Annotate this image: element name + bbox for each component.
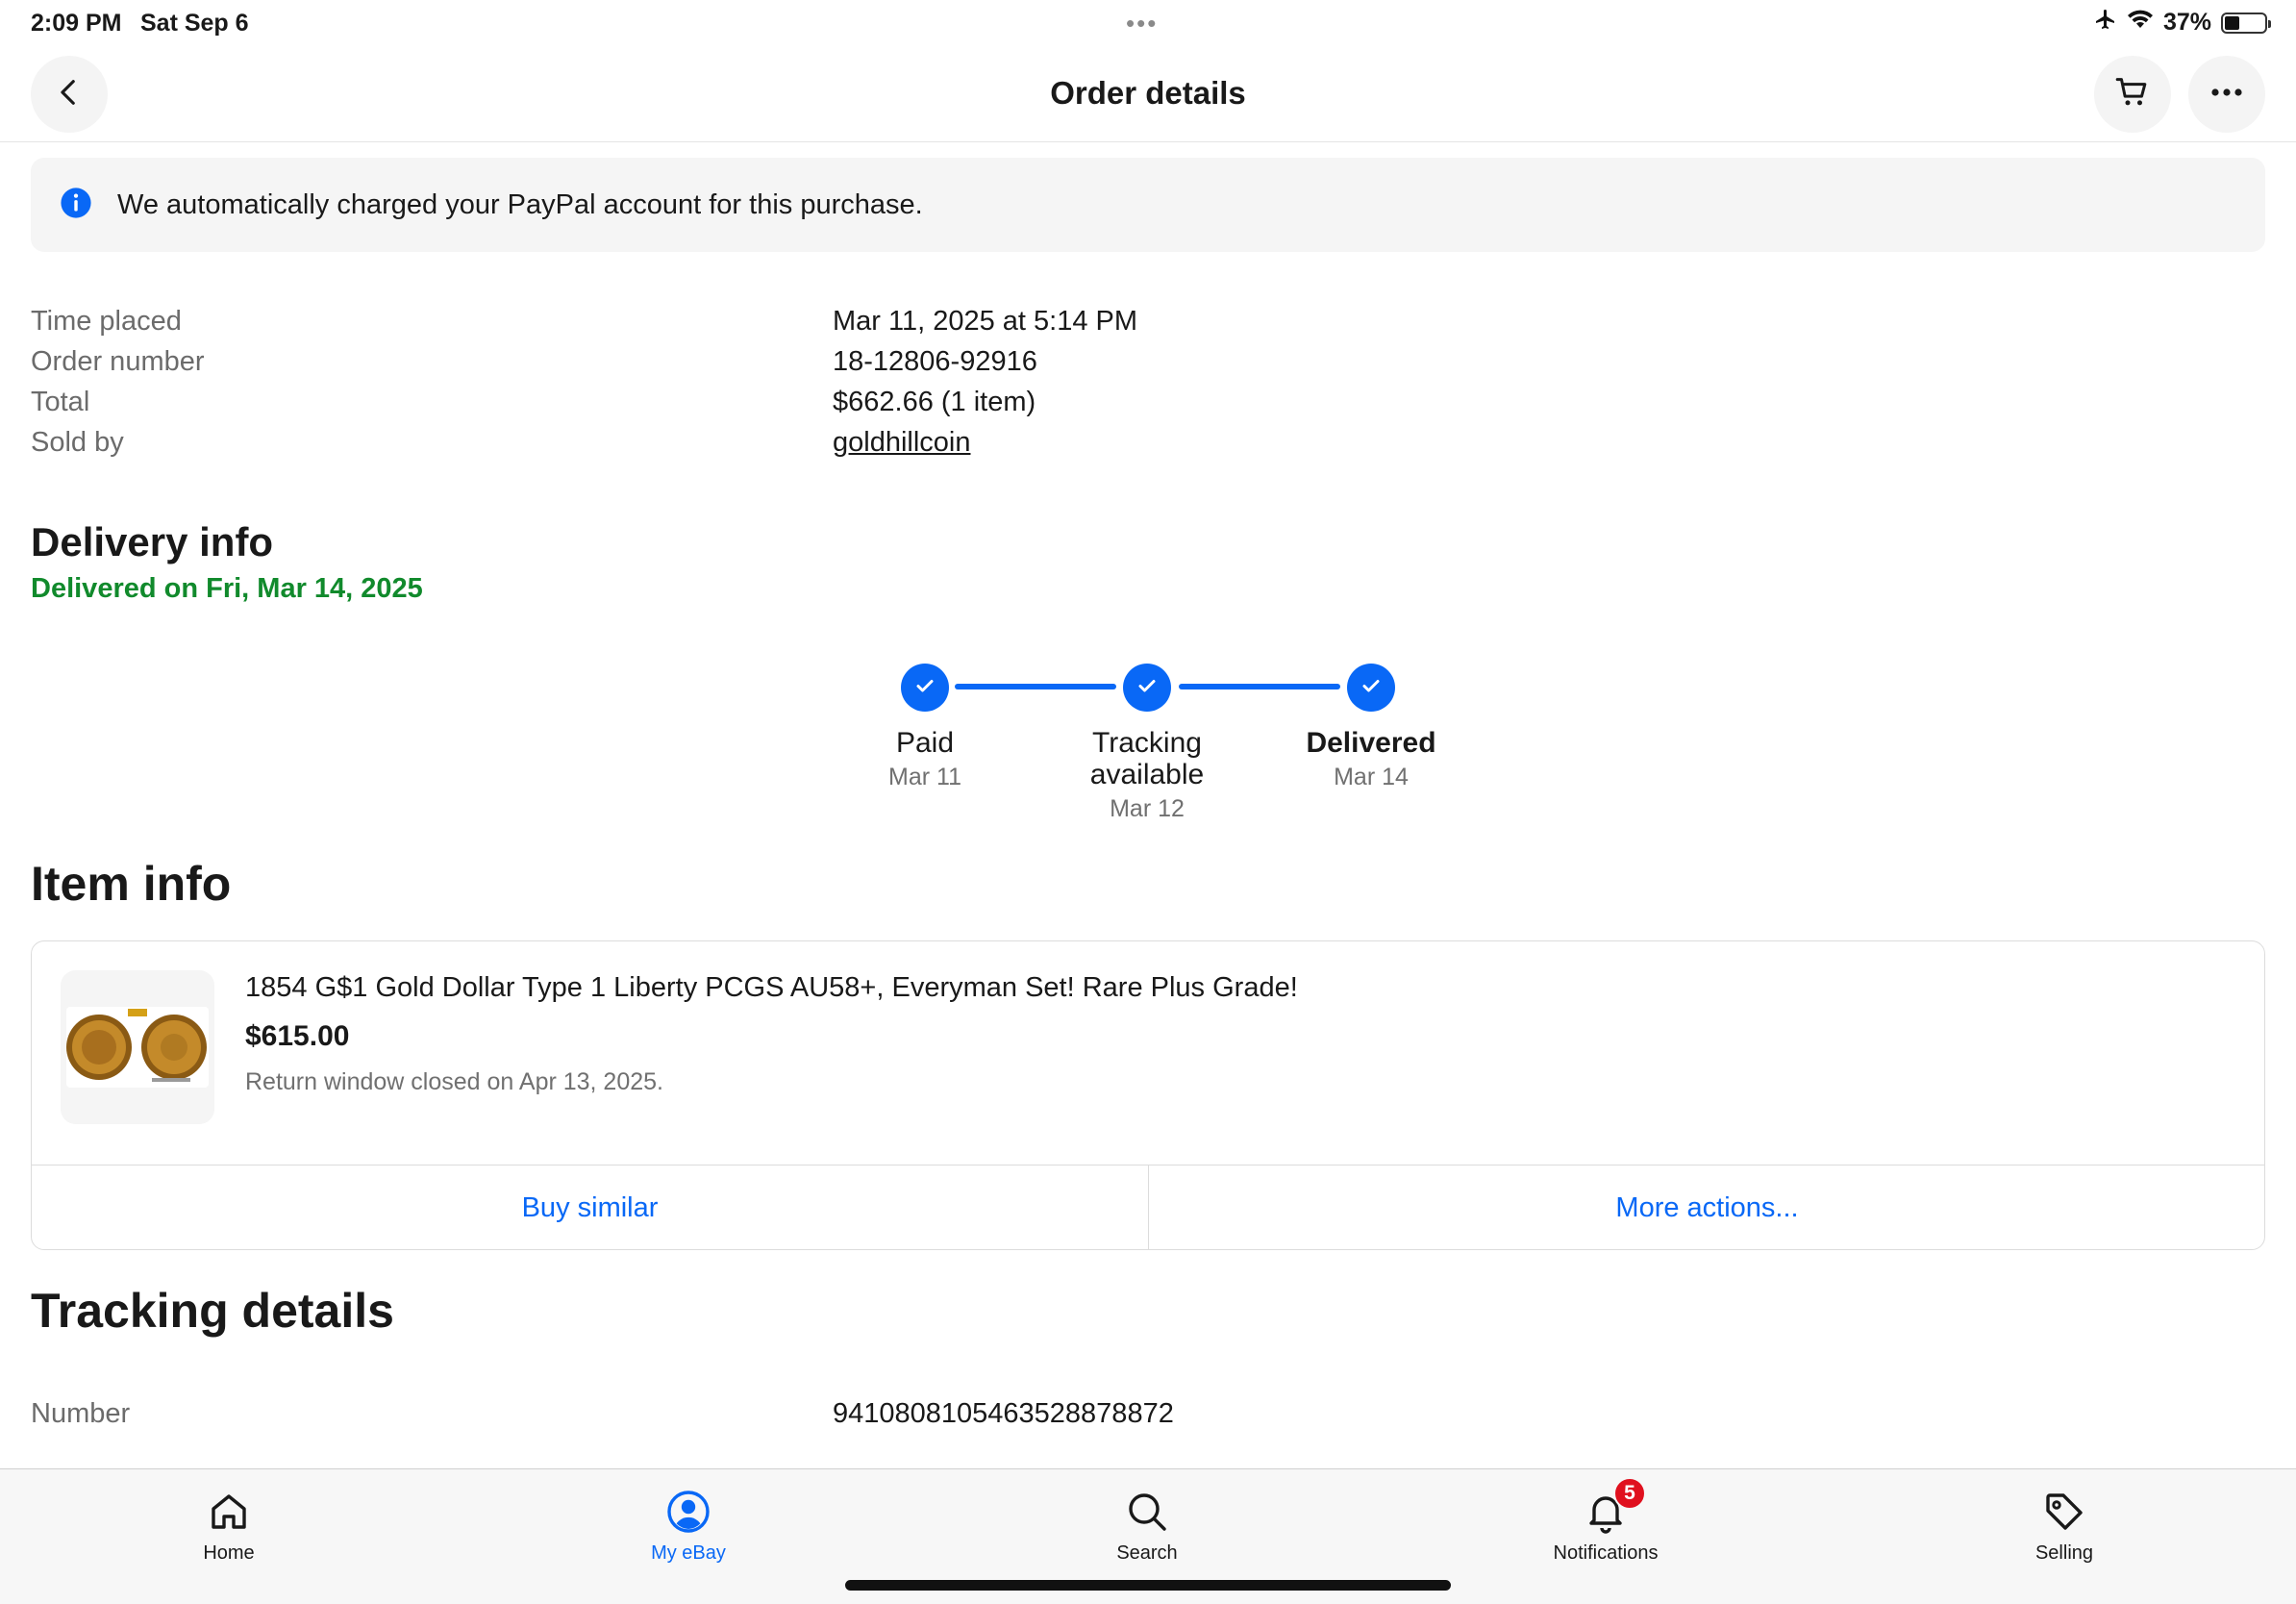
delivery-info-title: Delivery info bbox=[31, 519, 274, 564]
tracking-details-title: Tracking details bbox=[31, 1284, 394, 1338]
tab-my-ebay-label: My eBay bbox=[651, 1542, 726, 1564]
tab-notifications-label: Notifications bbox=[1553, 1542, 1659, 1564]
tab-home-label: Home bbox=[203, 1542, 255, 1564]
step-tracking-check bbox=[1123, 664, 1171, 712]
user-circle-icon bbox=[663, 1487, 713, 1537]
step-paid-label: Paid bbox=[895, 727, 955, 759]
time-placed-label: Time placed bbox=[31, 306, 182, 337]
home-indicator[interactable] bbox=[845, 1580, 1451, 1591]
progress-line-1 bbox=[955, 684, 1116, 689]
time-placed-value: Mar 11, 2025 at 5:14 PM bbox=[833, 306, 1138, 337]
item-info-title: Item info bbox=[31, 857, 232, 911]
item-title[interactable]: 1854 G$1 Gold Dollar Type 1 Liberty PCGS… bbox=[245, 972, 1298, 1004]
step-delivered-check bbox=[1347, 664, 1395, 712]
tab-home[interactable]: Home bbox=[113, 1469, 344, 1585]
step-tracking-label-line2: available bbox=[1089, 759, 1205, 790]
multitasking-dots-icon[interactable]: ••• bbox=[1126, 11, 1158, 36]
total-value: $662.66 (1 item) bbox=[833, 387, 1036, 417]
tab-search-label: Search bbox=[1116, 1542, 1178, 1564]
check-icon bbox=[1360, 674, 1383, 702]
more-options-button[interactable] bbox=[2188, 56, 2265, 133]
check-icon bbox=[913, 674, 936, 702]
return-window-note: Return window closed on Apr 13, 2025. bbox=[245, 1068, 663, 1095]
more-horizontal-icon bbox=[2209, 86, 2244, 103]
step-tracking-label-line1: Tracking bbox=[1092, 727, 1202, 759]
buy-similar-button[interactable]: Buy similar bbox=[32, 1165, 1148, 1251]
more-actions-button[interactable]: More actions... bbox=[1149, 1165, 2265, 1251]
status-date: Sat Sep 6 bbox=[140, 10, 249, 37]
header: Order details bbox=[0, 46, 2296, 142]
step-delivered-label: Delivered bbox=[1306, 727, 1436, 759]
battery-icon bbox=[2221, 12, 2271, 34]
status-indicators: 37% bbox=[2094, 8, 2271, 38]
tag-icon bbox=[2039, 1487, 2089, 1537]
delivery-status: Delivered on Fri, Mar 14, 2025 bbox=[31, 573, 423, 604]
tab-my-ebay[interactable]: My eBay bbox=[573, 1469, 804, 1585]
order-number-value: 18-12806-92916 bbox=[833, 346, 1037, 377]
tab-search[interactable]: Search bbox=[1032, 1469, 1262, 1585]
step-paid-check bbox=[901, 664, 949, 712]
order-number-label: Order number bbox=[31, 346, 205, 377]
item-thumbnail[interactable] bbox=[61, 970, 214, 1124]
airplane-icon bbox=[2094, 8, 2117, 38]
search-icon bbox=[1122, 1487, 1172, 1537]
step-delivered-date: Mar 14 bbox=[1334, 764, 1409, 790]
tab-notifications[interactable]: 5 Notifications bbox=[1490, 1469, 1721, 1585]
status-time: 2:09 PM bbox=[31, 10, 122, 37]
item-card: 1854 G$1 Gold Dollar Type 1 Liberty PCGS… bbox=[31, 940, 2265, 1250]
sold-by-label: Sold by bbox=[31, 427, 124, 458]
bell-icon: 5 bbox=[1581, 1477, 1646, 1537]
info-icon bbox=[60, 187, 92, 224]
home-icon bbox=[204, 1487, 254, 1537]
tracking-number-value[interactable]: 9410808105463528878872 bbox=[833, 1398, 1174, 1430]
bottom-tab-bar: Home My eBay Search 5 Notifications Sell… bbox=[0, 1468, 2296, 1604]
seller-link[interactable]: goldhillcoin bbox=[833, 427, 971, 459]
tracking-number-label: Number bbox=[31, 1398, 131, 1429]
check-icon bbox=[1136, 674, 1159, 702]
page-title: Order details bbox=[1050, 75, 1246, 111]
item-price: $615.00 bbox=[245, 1020, 350, 1052]
cart-button[interactable] bbox=[2094, 56, 2171, 133]
step-tracking-date: Mar 12 bbox=[1110, 795, 1185, 822]
total-label: Total bbox=[31, 387, 90, 417]
tab-selling[interactable]: Selling bbox=[1949, 1469, 2180, 1585]
tab-selling-label: Selling bbox=[2034, 1542, 2094, 1564]
progress-line-2 bbox=[1179, 684, 1340, 689]
step-paid-date: Mar 11 bbox=[888, 764, 961, 790]
notification-count-badge: 5 bbox=[1613, 1477, 1646, 1510]
banner-text: We automatically charged your PayPal acc… bbox=[117, 188, 923, 220]
status-bar: 2:09 PM Sat Sep 6 ••• 37% bbox=[0, 0, 2296, 46]
cart-icon bbox=[2113, 73, 2152, 116]
wifi-icon bbox=[2127, 9, 2154, 37]
battery-percent: 37% bbox=[2162, 9, 2211, 36]
paypal-charge-banner: We automatically charged your PayPal acc… bbox=[31, 158, 2265, 252]
